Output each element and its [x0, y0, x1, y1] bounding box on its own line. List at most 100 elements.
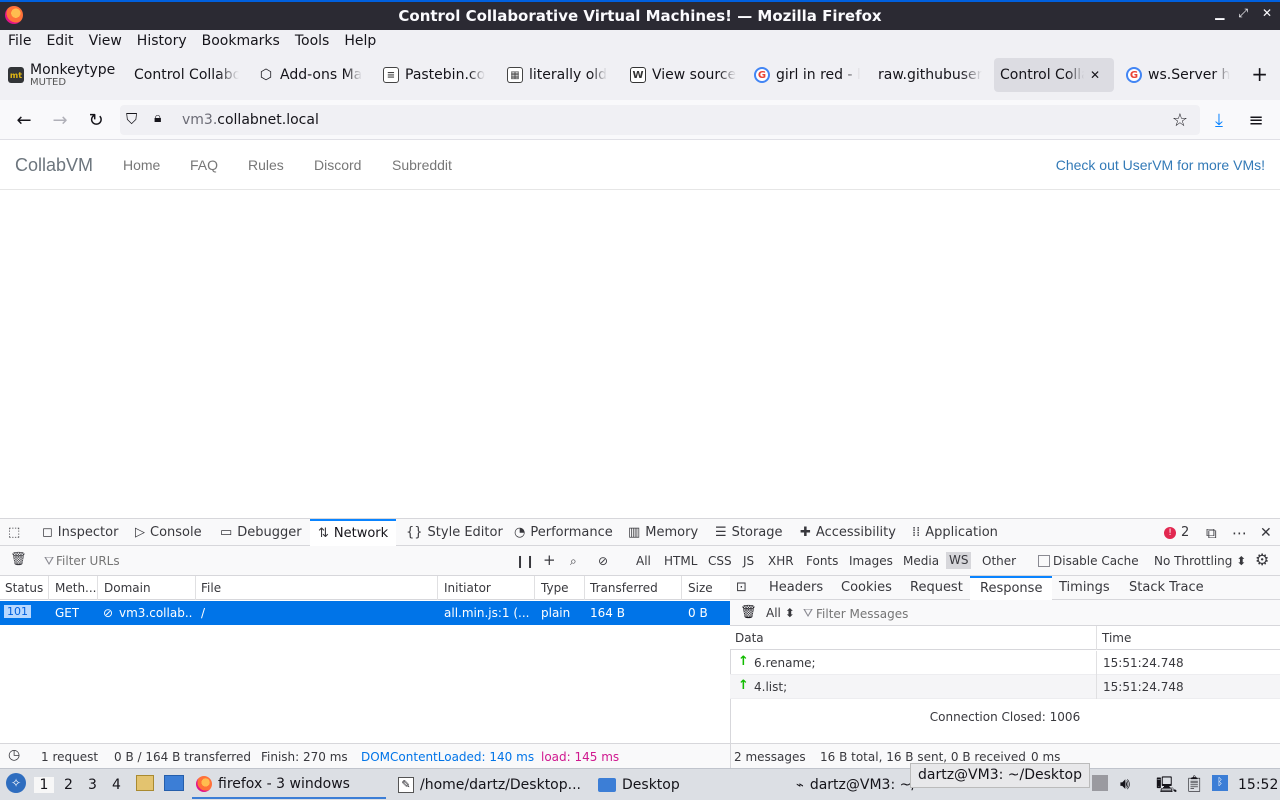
filter-fonts[interactable]: Fonts: [806, 554, 838, 568]
tray-app-icon[interactable]: [1092, 775, 1108, 791]
nav-faq[interactable]: FAQ: [190, 157, 218, 173]
tab-close-icon[interactable]: ✕: [1090, 68, 1100, 82]
tab-monkeytype[interactable]: mt Monkeytype MUTED: [8, 58, 118, 92]
list-item[interactable]: ↑ 6.rename; 15:51:24.748: [730, 651, 1280, 675]
menu-view[interactable]: View: [89, 33, 122, 49]
filter-media[interactable]: Media: [903, 554, 939, 568]
tab-response[interactable]: Response: [970, 576, 1053, 600]
pause-icon[interactable]: ❙❙: [515, 554, 535, 568]
request-initiator[interactable]: all.min.js:1 (...: [444, 606, 532, 620]
filter-other[interactable]: Other: [982, 554, 1016, 568]
tab-accessibility[interactable]: ✚ Accessibility: [800, 519, 896, 546]
table-row[interactable]: 101 GET ⊘ vm3.collab... / all.min.js:1 (…: [0, 601, 730, 625]
block-icon[interactable]: ⊘: [598, 554, 608, 568]
menu-bookmarks[interactable]: Bookmarks: [202, 33, 280, 49]
nav-home[interactable]: Home: [123, 157, 160, 173]
tab-network[interactable]: ⇅ Network: [310, 519, 397, 546]
dock-icon[interactable]: ⧉: [1206, 519, 1217, 546]
col-file[interactable]: File: [201, 581, 221, 595]
filter-urls-input[interactable]: [56, 552, 496, 570]
clear-trash-icon[interactable]: 🗑︎: [10, 552, 27, 567]
more-options-icon[interactable]: ⋯: [1232, 519, 1247, 546]
site-brand[interactable]: CollabVM: [15, 155, 93, 176]
taskbar-window-editor[interactable]: ✎ /home/dartz/Desktop...: [394, 771, 586, 799]
menu-help[interactable]: Help: [344, 33, 376, 49]
menu-history[interactable]: History: [137, 33, 187, 49]
col-time[interactable]: Time: [1102, 631, 1131, 645]
close-devtools-icon[interactable]: ✕: [1260, 519, 1272, 546]
forward-icon[interactable]: →: [48, 108, 72, 132]
workspace-4[interactable]: 4: [112, 777, 121, 793]
workspace-2[interactable]: 2: [64, 777, 73, 793]
hamburger-menu-icon[interactable]: ≡: [1244, 108, 1268, 132]
col-method[interactable]: Meth...: [55, 581, 97, 595]
filter-html[interactable]: HTML: [664, 554, 697, 568]
tab-cookies[interactable]: Cookies: [841, 576, 892, 600]
tab-storage[interactable]: ☰ Storage: [715, 519, 783, 546]
bookmark-star-icon[interactable]: ☆: [1168, 108, 1192, 132]
tab-headers[interactable]: Headers: [769, 576, 823, 600]
tab-pastebin[interactable]: ≡ Pastebin.co: [383, 58, 488, 92]
filter-js[interactable]: JS: [743, 554, 754, 568]
maximize-icon[interactable]: ⤢: [1238, 6, 1248, 21]
menu-edit[interactable]: Edit: [46, 33, 73, 49]
back-icon[interactable]: ←: [12, 108, 36, 132]
start-menu-icon[interactable]: ✧: [6, 773, 26, 793]
filter-messages-input[interactable]: [816, 605, 1196, 622]
file-manager-icon[interactable]: [136, 775, 154, 791]
new-tab-icon[interactable]: +: [1251, 62, 1268, 86]
tab-performance[interactable]: ◔ Performance: [514, 519, 613, 546]
close-window-icon[interactable]: ✕: [1262, 6, 1272, 21]
filter-ws[interactable]: WS: [946, 552, 972, 569]
error-count-badge[interactable]: ! 2: [1164, 519, 1189, 546]
tab-timings[interactable]: Timings: [1059, 576, 1110, 600]
volume-icon[interactable]: 🔊︎: [1120, 774, 1130, 794]
throttling-select[interactable]: No Throttling ⬍: [1154, 554, 1246, 568]
search-icon[interactable]: ⌕: [570, 554, 577, 569]
bluetooth-icon[interactable]: ᛒ: [1212, 775, 1228, 791]
disable-cache-checkbox[interactable]: [1038, 555, 1050, 567]
clear-messages-icon[interactable]: 🗑︎: [740, 605, 757, 620]
shield-icon[interactable]: ⛉: [126, 110, 137, 128]
tab-inspector[interactable]: ◻ Inspector: [42, 519, 118, 546]
col-status[interactable]: Status: [5, 581, 43, 595]
tab-control-collab-1[interactable]: Control Collabo: [134, 58, 239, 92]
nav-subreddit[interactable]: Subreddit: [392, 157, 452, 173]
filter-css[interactable]: CSS: [708, 554, 732, 568]
downloads-icon[interactable]: ⤓: [1207, 108, 1231, 132]
tab-stack-trace[interactable]: Stack Trace: [1129, 576, 1204, 600]
performance-analysis-icon[interactable]: ◷: [8, 747, 20, 763]
tab-control-collab-active[interactable]: Control Colla ✕: [994, 58, 1114, 92]
col-domain[interactable]: Domain: [104, 581, 151, 595]
workspace-1[interactable]: 1: [34, 777, 54, 793]
tab-debugger[interactable]: ▭ Debugger: [220, 519, 302, 546]
taskbar-window-desktop[interactable]: Desktop: [594, 771, 784, 799]
uservm-link[interactable]: Check out UserVM for more VMs!: [1056, 157, 1265, 173]
tab-request[interactable]: Request: [910, 576, 963, 600]
minimize-icon[interactable]: ▁: [1215, 6, 1224, 21]
tab-style-editor[interactable]: {} Style Editor: [406, 519, 503, 546]
filter-all[interactable]: All: [636, 554, 651, 568]
col-initiator[interactable]: Initiator: [444, 581, 491, 595]
filter-xhr[interactable]: XHR: [768, 554, 794, 568]
show-desktop-icon[interactable]: [164, 775, 184, 791]
nav-discord[interactable]: Discord: [314, 157, 361, 173]
url-bar[interactable]: ⛉ 🔒︎ vm3. collabnet.local: [120, 105, 1200, 135]
clock[interactable]: 15:52: [1238, 777, 1278, 793]
tab-girl-in-red[interactable]: G girl in red - l: [754, 58, 860, 92]
element-picker-icon[interactable]: ⬚: [8, 519, 20, 546]
toggle-sidebar-icon[interactable]: ⊡: [736, 576, 747, 600]
tab-ws-server[interactable]: G ws.Server h: [1126, 58, 1232, 92]
add-icon[interactable]: +: [543, 551, 556, 569]
col-type[interactable]: Type: [541, 581, 569, 595]
tab-addons[interactable]: ⬡ Add-ons Ma: [258, 58, 363, 92]
clipboard-icon[interactable]: 📋︎: [1184, 774, 1204, 793]
menu-tools[interactable]: Tools: [295, 33, 330, 49]
message-type-select[interactable]: All ⬍: [766, 606, 795, 620]
workspace-3[interactable]: 3: [88, 777, 97, 793]
nav-rules[interactable]: Rules: [248, 157, 284, 173]
col-size[interactable]: Size: [688, 581, 713, 595]
lock-icon[interactable]: 🔒︎: [154, 110, 161, 126]
tab-literally-old[interactable]: ▦ literally old: [507, 58, 612, 92]
network-tray-icon[interactable]: 🖳: [1156, 774, 1177, 800]
